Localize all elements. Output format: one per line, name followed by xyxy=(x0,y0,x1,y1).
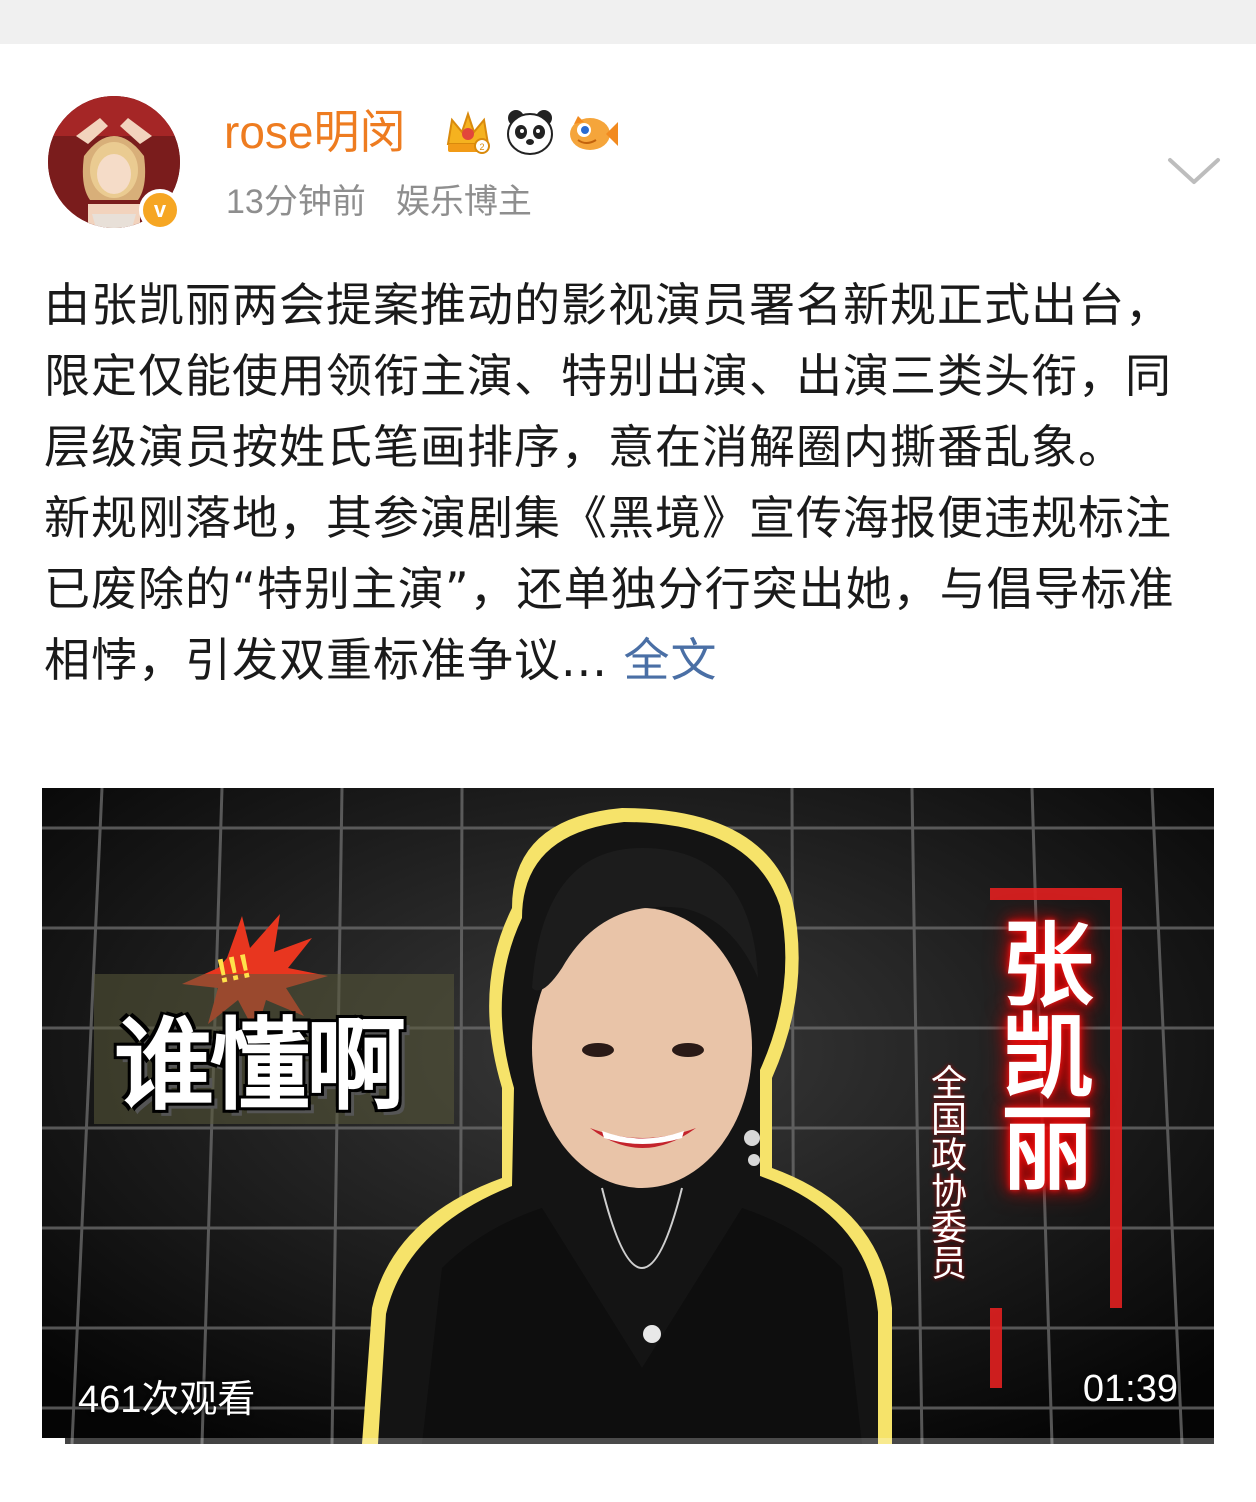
svg-text:2: 2 xyxy=(479,142,484,152)
full-text-link[interactable]: 全文 xyxy=(624,633,718,687)
crown-badge-icon[interactable]: 2 xyxy=(442,106,494,158)
weibo-post-card: v rose明闵 2 13分钟前 娱乐博主 由张凯丽两会提案推动的影视演员署名新… xyxy=(0,44,1256,1502)
fish-badge-icon[interactable] xyxy=(566,106,618,158)
video-progress-fill xyxy=(42,1438,66,1444)
video-player[interactable]: !!! 谁懂啊 全国政协委员 张凯丽 461次观看 01:39 xyxy=(42,788,1214,1444)
user-badges: 2 xyxy=(442,104,618,160)
person-title: 全国政协委员 xyxy=(925,1064,966,1280)
post-paragraph-text: 新规刚落地，其参演剧集《黑境》宣传海报便违规标注已废除的“特别主演”，还单独分行… xyxy=(44,491,1175,687)
panda-badge-icon[interactable] xyxy=(504,106,556,158)
view-count: 461次观看 xyxy=(78,1379,256,1421)
video-progress-bar[interactable] xyxy=(42,1438,1214,1444)
person-name: 张凯丽 xyxy=(986,916,1094,1192)
post-meta: 13分钟前 娱乐博主 xyxy=(226,178,532,226)
video-duration: 01:39 xyxy=(1082,1368,1178,1410)
verified-badge-icon: v xyxy=(139,189,181,231)
post-time: 13分钟前 xyxy=(226,183,366,221)
post-paragraph: 新规刚落地，其参演剧集《黑境》宣传海报便违规标注已废除的“特别主演”，还单独分行… xyxy=(44,483,1216,696)
sticker-caption: 谁懂啊 xyxy=(114,1007,406,1124)
post-content: 由张凯丽两会提案推动的影视演员署名新规正式出台，限定仅能使用领衔主演、特别出演、… xyxy=(44,270,1216,696)
chevron-down-icon[interactable] xyxy=(1166,150,1222,190)
username[interactable]: rose明闵 xyxy=(224,104,405,160)
top-divider-strip xyxy=(0,0,1256,44)
author-tag: 娱乐博主 xyxy=(395,183,532,221)
post-paragraph: 由张凯丽两会提案推动的影视演员署名新规正式出台，限定仅能使用领衔主演、特别出演、… xyxy=(44,278,1172,474)
